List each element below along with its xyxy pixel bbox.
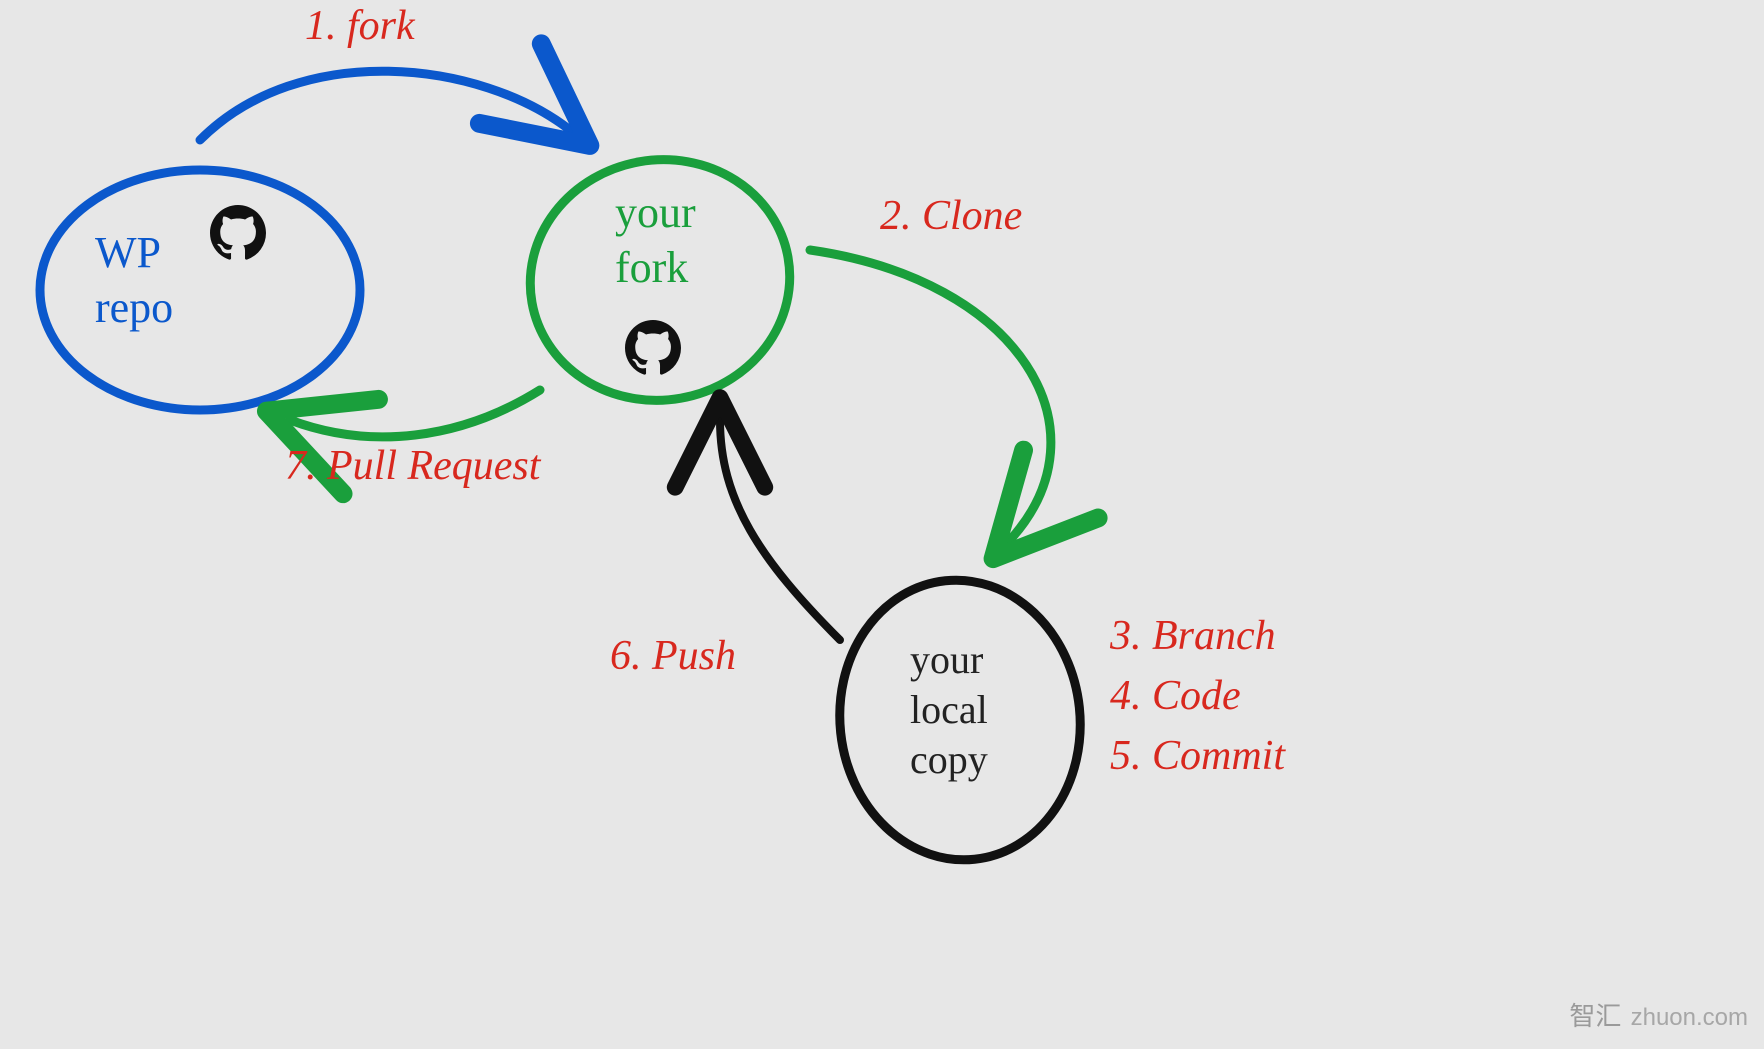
watermark-zh: 智汇 <box>1569 1001 1621 1031</box>
node-wp-repo-label: WP repo <box>95 225 173 335</box>
step-4-code: 4. Code <box>1110 670 1241 723</box>
step-6-push: 6. Push <box>610 630 736 683</box>
step-5-commit: 5. Commit <box>1110 730 1285 783</box>
arrow-fork <box>200 71 570 140</box>
arrow-push <box>720 420 840 640</box>
node-wp-repo <box>40 170 360 410</box>
watermark: 智汇 zhuon.com <box>1569 996 1748 1033</box>
arrow-clone <box>810 250 1051 540</box>
step-2-clone: 2. Clone <box>880 190 1022 243</box>
node-your-fork-label: your fork <box>615 185 696 295</box>
github-icon <box>210 205 266 261</box>
node-local-copy-label: your local copy <box>910 635 988 785</box>
git-workflow-diagram: WP repo your fork your local copy 1. for… <box>0 0 1764 1049</box>
github-icon <box>625 320 681 376</box>
watermark-domain: zhuon.com <box>1631 1004 1748 1031</box>
step-7-pull-request: 7. Pull Request <box>285 440 540 493</box>
diagram-svg <box>0 0 1764 1049</box>
step-3-branch: 3. Branch <box>1110 610 1276 663</box>
arrow-pull-request <box>290 390 540 437</box>
step-1-fork: 1. fork <box>305 0 415 53</box>
